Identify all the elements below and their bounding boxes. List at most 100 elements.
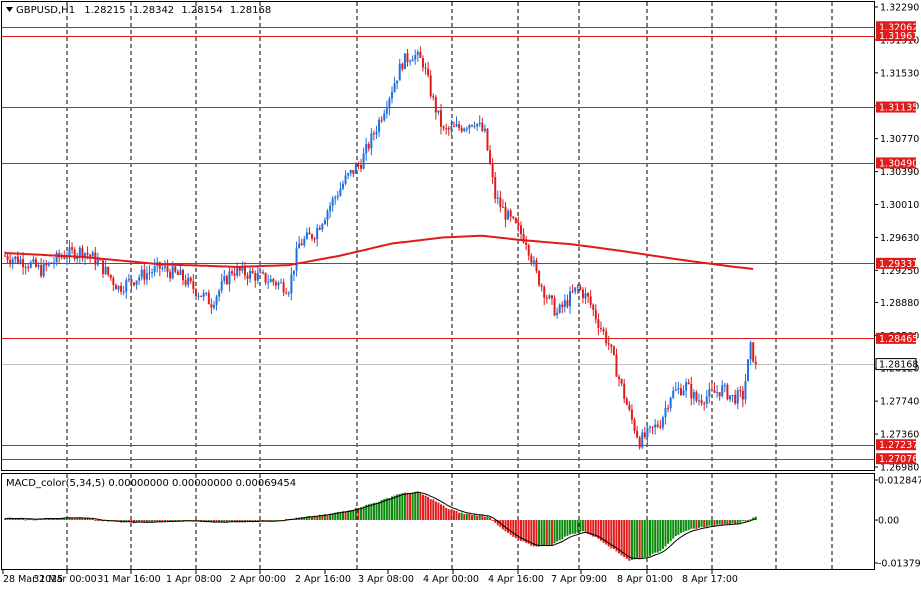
candle-body xyxy=(592,304,595,310)
macd-bar xyxy=(535,520,538,547)
macd-bar xyxy=(677,520,680,535)
macd-bar xyxy=(659,520,662,552)
candle-body xyxy=(349,170,352,174)
macd-bar xyxy=(432,499,435,521)
candle-body xyxy=(151,272,154,274)
level-price-tag-label: 1.29331 xyxy=(879,259,918,270)
macd-bar xyxy=(445,507,448,521)
candle-body xyxy=(432,96,435,98)
candle-body xyxy=(437,110,440,113)
candle-body xyxy=(625,398,628,405)
macd-bar xyxy=(538,520,541,547)
candle-body xyxy=(290,274,293,294)
candle-body xyxy=(538,271,541,286)
candle-body xyxy=(752,342,755,362)
macd-bar xyxy=(556,520,559,542)
candle-body xyxy=(378,119,381,132)
candle-body xyxy=(197,295,200,297)
candle-body xyxy=(202,292,205,297)
candle-body xyxy=(491,163,494,178)
macd-bar xyxy=(747,519,750,521)
macd-bar xyxy=(561,520,564,540)
macd-bar xyxy=(89,518,92,521)
time-tick-label: 3 Apr 08:00 xyxy=(358,574,414,585)
macd-bar xyxy=(628,520,631,561)
macd-bar xyxy=(476,515,479,521)
candle-body xyxy=(215,296,218,305)
candle-body xyxy=(362,153,365,169)
macd-bar xyxy=(576,520,579,533)
candle-body xyxy=(246,275,249,279)
candle-body xyxy=(496,197,499,199)
time-tick-label: 31 Mar 16:00 xyxy=(97,574,160,585)
candle-body xyxy=(169,271,172,279)
price-tick-label: 1.29630 xyxy=(880,233,919,244)
chart-canvas[interactable]: 1.322901.319101.315301.311501.307701.303… xyxy=(0,0,921,590)
candle-body xyxy=(440,110,443,127)
candle-body xyxy=(50,262,53,264)
price-tick-label: 1.31530 xyxy=(880,68,919,79)
candle-body xyxy=(329,205,332,212)
macd-bar xyxy=(700,520,703,527)
candle-body xyxy=(34,259,37,267)
candle-body xyxy=(145,273,148,280)
candle-body xyxy=(272,279,275,283)
level-price-tag-label: 1.31961 xyxy=(879,31,918,42)
candle-body xyxy=(179,270,182,275)
macd-bar xyxy=(685,520,688,531)
candle-body xyxy=(236,267,239,276)
candle-body xyxy=(736,390,739,404)
candle-body xyxy=(344,175,347,184)
candle-body xyxy=(605,331,608,344)
macd-bar xyxy=(512,520,515,537)
macd-bar xyxy=(716,520,719,525)
candle-body xyxy=(589,296,592,305)
macd-bar xyxy=(507,520,510,533)
candle-body xyxy=(370,133,373,149)
macd-bar xyxy=(664,520,667,547)
candle-body xyxy=(22,259,25,268)
candle-body xyxy=(238,267,241,271)
macd-bar xyxy=(393,495,396,521)
macd-bar xyxy=(437,502,440,521)
candle-body xyxy=(303,238,306,246)
macd-bar xyxy=(401,493,404,521)
macd-bar xyxy=(615,520,618,552)
macd-bar xyxy=(589,520,592,536)
candle-body xyxy=(285,292,288,294)
candle-body xyxy=(262,272,264,274)
candle-body xyxy=(120,285,123,292)
candle-body xyxy=(339,188,342,196)
macd-bar xyxy=(728,520,731,525)
macd-bar xyxy=(545,520,548,546)
svg-text:GBPUSD,H1 1.28215: GBPUSD,H1 1.28215 1.28342 1.28154 1.2816… xyxy=(16,5,271,16)
macd-bar xyxy=(153,520,156,522)
candle-body xyxy=(380,119,383,121)
candle-body xyxy=(615,354,618,377)
candle-body xyxy=(563,300,566,308)
time-tick-label: 4 Apr 00:00 xyxy=(423,574,479,585)
candle-body xyxy=(416,51,419,56)
candle-body xyxy=(460,127,463,132)
candle-body xyxy=(96,259,99,265)
macd-bar xyxy=(630,520,633,560)
macd-bar xyxy=(447,509,450,521)
high-value: 1.28342 xyxy=(133,5,174,16)
macd-bar xyxy=(478,514,481,521)
candle-body xyxy=(336,195,339,198)
candle-body xyxy=(331,198,334,206)
candle-body xyxy=(295,248,298,271)
candle-body xyxy=(27,266,30,268)
candle-body xyxy=(419,51,422,58)
macd-bar xyxy=(718,520,721,525)
macd-tick-label: -0.0137932 xyxy=(878,559,921,570)
candle-body xyxy=(641,432,644,448)
macd-bar xyxy=(672,520,675,539)
candle-body xyxy=(674,389,677,391)
candle-body xyxy=(447,128,450,130)
candle-body xyxy=(354,164,357,174)
level-price-tag-label: 1.31135 xyxy=(879,103,918,114)
macd-bar xyxy=(687,520,690,531)
candle-body xyxy=(326,211,329,220)
candle-body xyxy=(409,61,412,63)
